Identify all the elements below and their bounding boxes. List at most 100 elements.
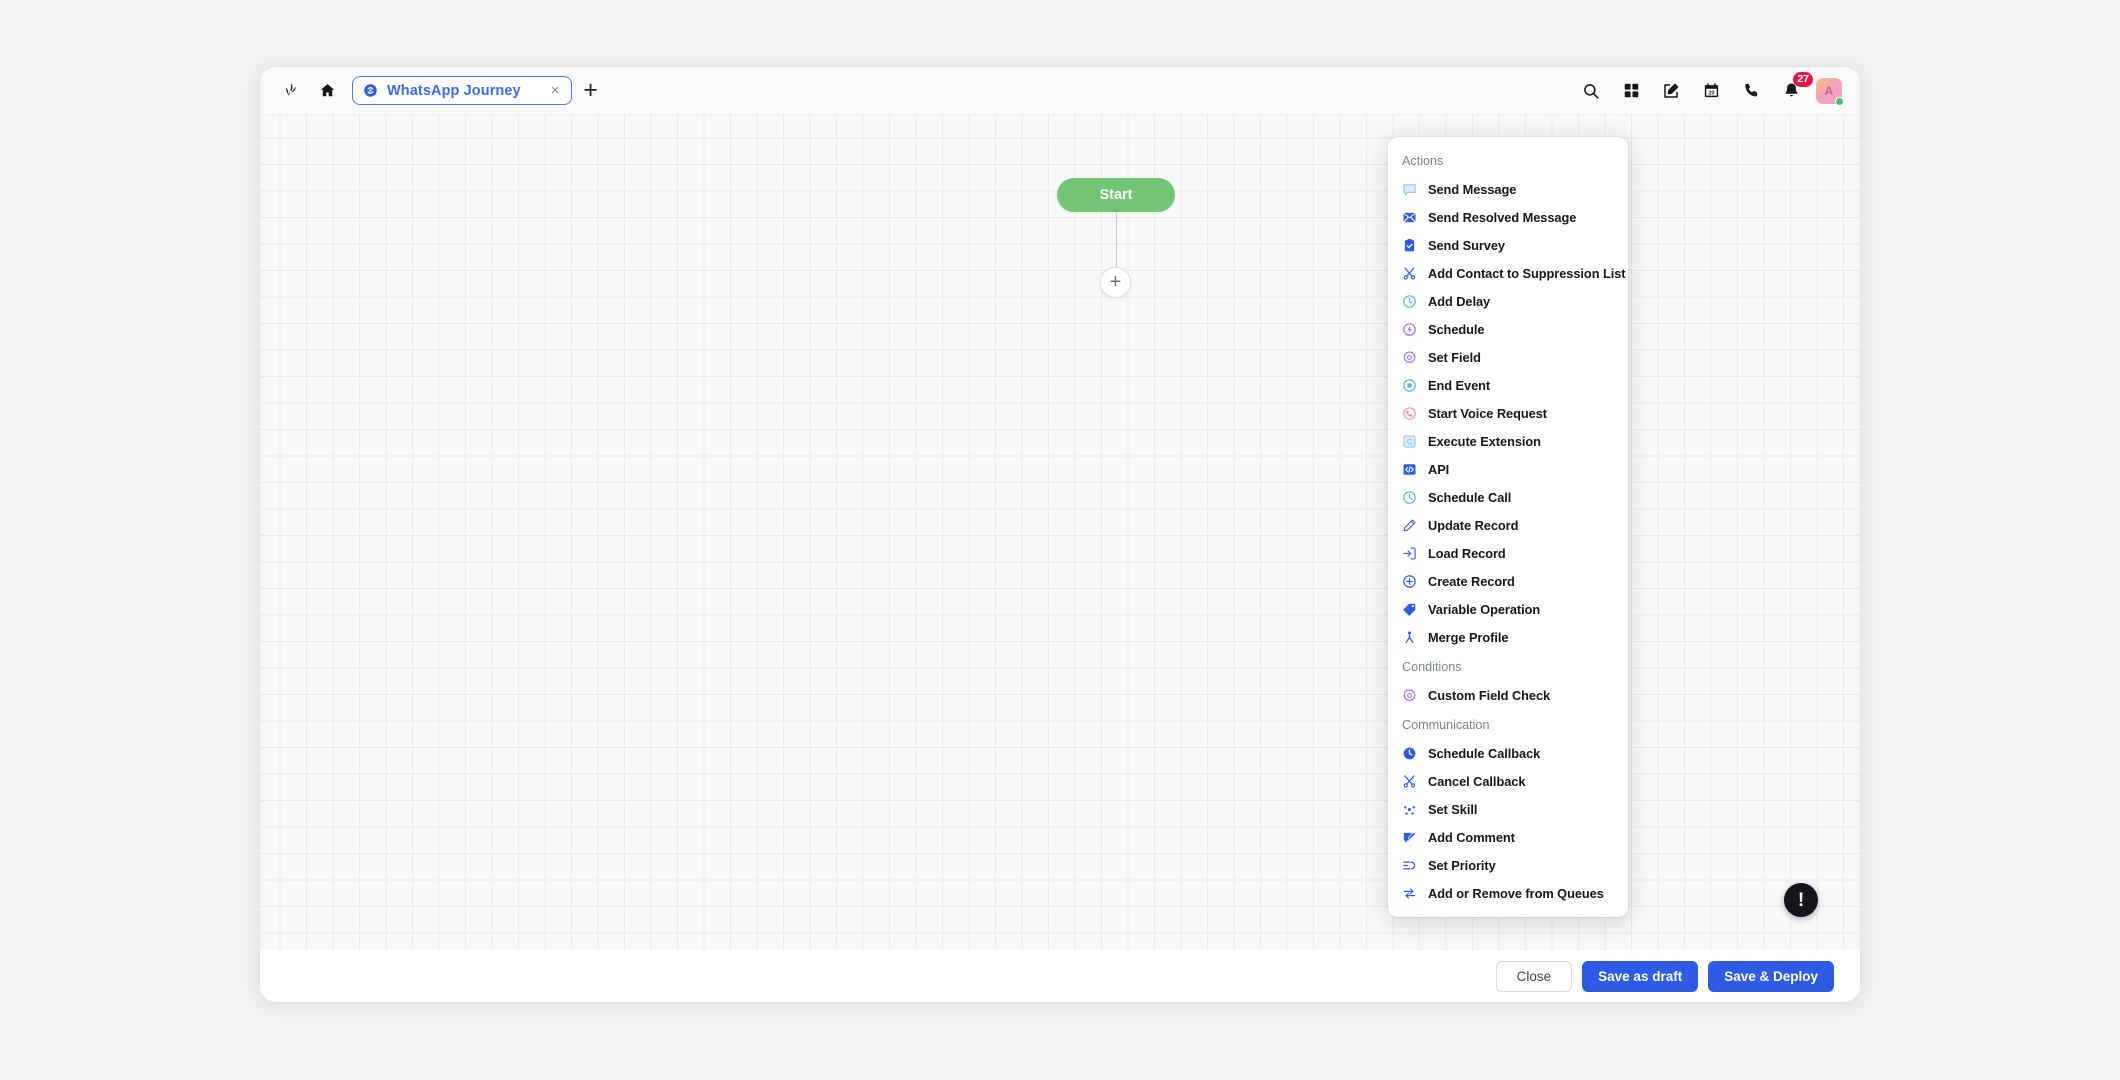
menu-item-label: Execute Extension [1428,433,1541,449]
swap-arrows-icon [1402,886,1417,901]
clipboard-check-icon [1402,238,1417,253]
plus-icon: + [1109,270,1122,293]
menu-item-label: Schedule [1428,321,1485,337]
menu-item-custom-field-check[interactable]: Custom Field Check [1388,681,1628,709]
code-brackets-icon [1402,462,1417,477]
gear-field-icon [1402,350,1417,365]
bell-icon[interactable]: 27 [1774,71,1813,108]
close-icon[interactable]: × [548,83,563,98]
menu-item-label: Variable Operation [1428,601,1541,617]
menu-item-label: Custom Field Check [1428,687,1551,703]
menu-item-send-resolved-message[interactable]: Send Resolved Message [1388,203,1628,231]
menu-item-cancel-callback[interactable]: Cancel Callback [1388,767,1628,795]
menu-item-variable-operation[interactable]: Variable Operation [1388,595,1628,623]
journey-icon [363,83,378,98]
menu-item-schedule[interactable]: Schedule [1388,315,1628,343]
menu-item-label: Start Voice Request [1428,405,1547,421]
menu-item-update-record[interactable]: Update Record [1388,511,1628,539]
menu-item-add-delay[interactable]: Add Delay [1388,287,1628,315]
menu-item-set-priority[interactable]: Set Priority [1388,851,1628,879]
merge-icon [1402,630,1417,645]
menu-item-label: Send Resolved Message [1428,209,1577,225]
header-right-group: 20 27 A [1574,71,1844,108]
actions-dropdown-menu[interactable]: Actions Send Message Send Resolved Message… [1388,137,1628,917]
menu-item-end-event[interactable]: End Event [1388,371,1628,399]
alert-button[interactable]: ! [1784,883,1818,917]
menu-item-label: Create Record [1428,573,1515,589]
save-as-draft-button[interactable]: Save as draft [1582,960,1699,992]
apps-grid-icon[interactable] [1614,74,1648,108]
menu-item-create-record[interactable]: Create Record [1388,567,1628,595]
menu-section-title: Actions [1402,154,1444,168]
menu-section-title: Communication [1402,718,1490,732]
menu-item-label: Update Record [1428,517,1519,533]
menu-item-send-message[interactable]: Send Message [1388,175,1628,203]
menu-item-schedule-callback[interactable]: Schedule Callback [1388,739,1628,767]
clock-icon [1402,294,1417,309]
menu-item-label: Send Survey [1428,237,1505,253]
schedule-bolt-icon [1402,322,1417,337]
tab-whatsapp-journey[interactable]: WhatsApp Journey × [352,76,572,105]
clock-call-icon [1402,490,1417,505]
home-icon[interactable] [310,74,344,108]
notification-badge: 27 [1793,71,1813,87]
menu-item-add-comment[interactable]: Add Comment [1388,823,1628,851]
menu-item-api[interactable]: API [1388,455,1628,483]
phone-icon[interactable] [1734,74,1768,108]
menu-item-label: Set Field [1428,349,1481,365]
header-left-group: WhatsApp Journey × + [274,74,1574,108]
menu-item-label: Send Message [1428,181,1517,197]
menu-item-execute-extension[interactable]: Execute Extension [1388,427,1628,455]
import-arrow-icon [1402,546,1417,561]
footer-action-bar: Close Save as draft Save & Deploy [260,950,1860,1002]
scissors-icon [1402,266,1417,281]
gear-check-icon [1402,688,1417,703]
app-header: WhatsApp Journey × + 20 27 A [260,67,1860,115]
clock-filled-icon [1402,746,1417,761]
menu-item-label: Set Skill [1428,801,1478,817]
tag-icon [1402,602,1417,617]
avatar[interactable]: A [1816,77,1844,106]
envelope-check-icon [1402,210,1417,225]
connector-line [1115,212,1117,267]
menu-item-send-survey[interactable]: Send Survey [1388,231,1628,259]
menu-item-load-record[interactable]: Load Record [1388,539,1628,567]
save-and-deploy-button[interactable]: Save & Deploy [1708,960,1834,992]
menu-item-start-voice-request[interactable]: Start Voice Request [1388,399,1628,427]
menu-item-label: API [1428,461,1450,477]
scissors-icon [1402,774,1417,789]
speech-bubble-icon [1402,182,1417,197]
menu-item-label: Add Delay [1428,293,1491,309]
menu-item-set-field[interactable]: Set Field [1388,343,1628,371]
menu-section-title: Conditions [1402,660,1462,674]
menu-item-label: Add Comment [1428,829,1515,845]
start-node[interactable]: Start [1057,178,1175,212]
priority-lines-icon [1402,858,1417,873]
menu-item-label: Schedule Callback [1428,745,1541,761]
extension-c-icon [1402,434,1417,449]
menu-item-label: Schedule Call [1428,489,1512,505]
menu-item-label: End Event [1428,377,1491,393]
menu-item-set-skill[interactable]: Set Skill [1388,795,1628,823]
sprout-logo-icon[interactable] [274,74,308,108]
menu-item-label: Add or Remove from Queues [1428,885,1604,901]
menu-item-merge-profile[interactable]: Merge Profile [1388,623,1628,651]
pencil-icon [1402,518,1417,533]
exclamation-icon: ! [1797,889,1805,911]
add-tab-button[interactable]: + [574,74,608,108]
menu-item-schedule-call[interactable]: Schedule Call [1388,483,1628,511]
menu-item-add-or-remove-from-queues[interactable]: Add or Remove from Queues [1388,879,1628,907]
menu-item-add-contact-to-suppression-list[interactable]: Add Contact to Suppression List [1388,259,1628,287]
phone-circle-icon [1402,406,1417,421]
compose-icon[interactable] [1654,74,1688,108]
status-dot [1835,96,1844,106]
calendar-icon[interactable]: 20 [1694,74,1728,108]
menu-item-label: Load Record [1428,545,1506,561]
menu-item-label: Merge Profile [1428,629,1509,645]
stop-circle-icon [1402,378,1417,393]
close-button[interactable]: Close [1495,960,1573,992]
search-icon[interactable] [1574,74,1608,108]
add-node-button[interactable]: + [1100,267,1131,298]
journey-builder-window: WhatsApp Journey × + 20 27 A Start + ! C… [260,67,1860,1002]
skill-nodes-icon [1402,802,1417,817]
